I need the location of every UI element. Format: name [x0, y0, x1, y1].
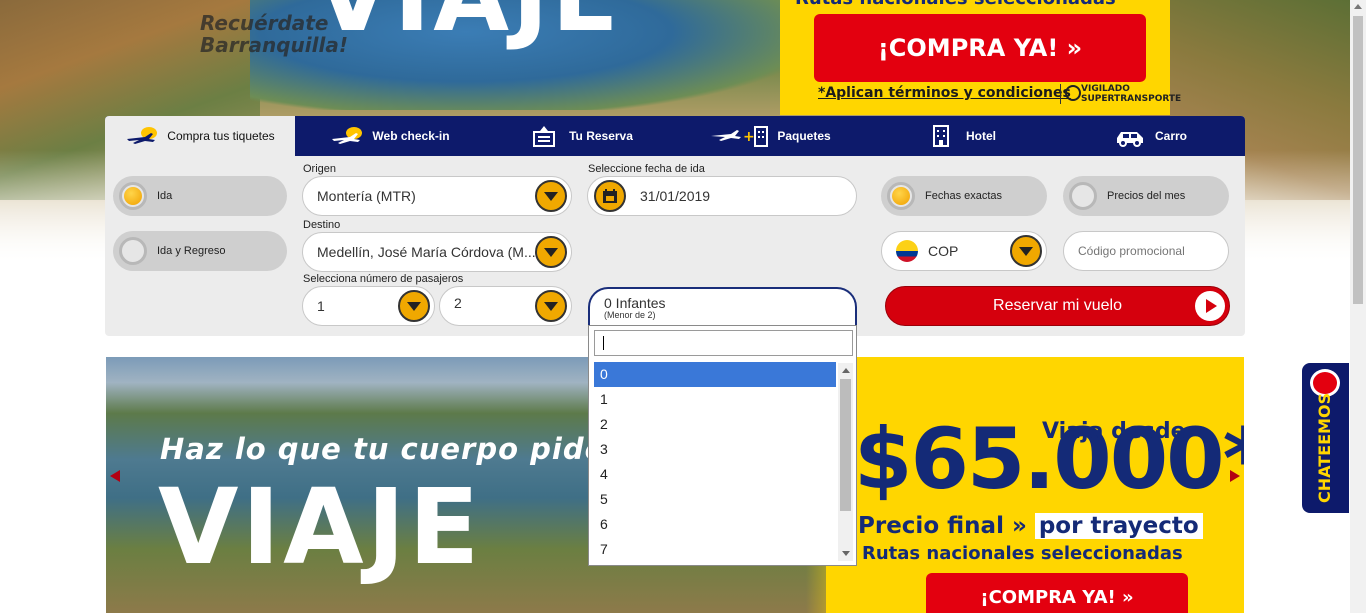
reserve-button-label: Reservar mi vuelo	[993, 297, 1122, 314]
tab-hotel[interactable]: Hotel	[865, 116, 1055, 156]
booking-tabs: Compra tus tiquetes Web check-in Tu Rese…	[105, 116, 1245, 156]
scroll-up-icon	[1354, 4, 1362, 9]
plane-hotel-icon: +	[709, 124, 769, 148]
tab-label: Tu Reserva	[569, 129, 633, 143]
hotel-building-icon	[924, 124, 958, 148]
page-scrollbar[interactable]	[1350, 0, 1366, 613]
reservation-icon	[527, 124, 561, 148]
banner-from-label: Viaja desde	[1042, 419, 1186, 444]
month-prices-option[interactable]: Precios del mes	[1063, 176, 1229, 216]
chevron-down-icon[interactable]	[535, 180, 567, 212]
departure-date-value: 31/01/2019	[640, 188, 711, 204]
chevron-down-icon[interactable]	[535, 236, 567, 268]
chat-label: CHATEEMOS	[1315, 392, 1334, 503]
origin-value: Montería (MTR)	[317, 188, 416, 204]
radio-checked-icon	[887, 182, 915, 210]
infants-dropdown-search-input[interactable]	[594, 330, 853, 356]
infants-select[interactable]: 0 Infantes (Menor de 2)	[588, 287, 857, 327]
radio-checked-icon	[119, 182, 147, 210]
chevron-down-icon[interactable]	[535, 290, 567, 322]
tab-paquetes[interactable]: + Paquetes	[675, 116, 865, 156]
scrollbar-thumb	[840, 379, 851, 511]
scroll-down-icon	[842, 551, 850, 556]
trip-type-round-trip[interactable]: Ida y Regreso	[113, 231, 287, 271]
infants-option[interactable]: 6	[594, 512, 836, 537]
origin-label: Origen	[303, 163, 337, 175]
infants-dropdown: 0 1 2 3 4 5 6 7	[588, 325, 857, 566]
chevron-down-icon[interactable]	[398, 290, 430, 322]
vigilado-seal-icon	[1065, 85, 1081, 101]
hero-routes-text: Rutas nacionales seleccionadas	[795, 0, 1116, 8]
infants-option[interactable]: 1	[594, 387, 836, 412]
tab-web-checkin[interactable]: Web check-in	[295, 116, 485, 156]
banner-buy-now-button[interactable]: ¡COMPRA YA! »	[926, 573, 1188, 613]
vigilado-logo: VIGILADO SUPERTRANSPORTE	[1060, 84, 1181, 104]
departure-date-field[interactable]: 31/01/2019	[587, 176, 857, 216]
trip-round-label: Ida y Regreso	[157, 245, 226, 257]
tab-label: Paquetes	[777, 129, 831, 143]
trip-one-way-label: Ida	[157, 190, 173, 202]
origin-select[interactable]: Montería (MTR)	[302, 176, 572, 216]
radio-unchecked-icon	[1069, 182, 1097, 210]
date-label: Seleccione fecha de ida	[588, 163, 705, 175]
infants-hint: (Menor de 2)	[604, 310, 656, 320]
tab-carro[interactable]: Carro	[1055, 116, 1245, 156]
tab-label: Web check-in	[372, 129, 450, 143]
infants-option[interactable]: 2	[594, 412, 836, 437]
infants-value: 0 Infantes	[604, 295, 666, 311]
calendar-icon[interactable]	[594, 180, 626, 212]
infants-option-list: 0 1 2 3 4 5 6 7	[594, 362, 836, 562]
infants-dropdown-scrollbar[interactable]	[838, 363, 853, 561]
destination-label: Destino	[303, 219, 341, 231]
tab-label: Compra tus tiquetes	[167, 129, 275, 143]
svg-text:+: +	[743, 129, 755, 145]
chat-widget[interactable]: CHATEEMOS	[1302, 363, 1349, 513]
passengers-label: Selecciona número de pasajeros	[303, 273, 464, 285]
banner-headline: VIAJE	[158, 466, 483, 588]
scrollbar-thumb	[1353, 16, 1363, 304]
banner-final-price-text: Precio final » por trayecto	[858, 513, 1203, 539]
currency-value: COP	[928, 243, 959, 259]
hero-terms-link[interactable]: *Aplican términos y condiciones	[818, 85, 1071, 101]
chevron-down-icon[interactable]	[1010, 235, 1042, 267]
scroll-up-icon	[842, 368, 850, 373]
carousel-next-icon[interactable]	[1230, 470, 1240, 482]
banner-tagline: Haz lo que tu cuerpo pide:	[160, 432, 618, 466]
tab-tu-reserva[interactable]: Tu Reserva	[485, 116, 675, 156]
hero-headline: VIAJE	[315, 0, 622, 46]
promo-code-input[interactable]	[1063, 231, 1229, 271]
tab-label: Hotel	[966, 129, 996, 143]
infants-option[interactable]: 3	[594, 437, 836, 462]
car-icon	[1113, 124, 1147, 148]
month-prices-label: Precios del mes	[1107, 190, 1186, 202]
children-value: 2	[454, 295, 462, 311]
infants-option[interactable]: 7	[594, 537, 836, 562]
infants-option[interactable]: 4	[594, 462, 836, 487]
adults-select[interactable]: 1	[302, 286, 435, 326]
currency-select[interactable]: COP	[881, 231, 1047, 271]
exact-dates-option[interactable]: Fechas exactas	[881, 176, 1047, 216]
checkin-plane-icon	[330, 124, 364, 148]
tab-label: Carro	[1154, 129, 1187, 143]
adults-value: 1	[317, 298, 325, 314]
tab-compra-tiquetes[interactable]: Compra tus tiquetes	[105, 116, 295, 156]
infants-option[interactable]: 0	[594, 362, 836, 387]
children-select[interactable]: 2	[439, 286, 572, 326]
destination-select[interactable]: Medellín, José María Córdova (M...	[302, 232, 572, 272]
play-arrow-icon	[1195, 291, 1225, 321]
infants-option[interactable]: 5	[594, 487, 836, 512]
colombia-flag-icon	[896, 240, 918, 262]
trip-type-one-way[interactable]: Ida	[113, 176, 287, 216]
banner-final-prefix: Precio final »	[858, 513, 1027, 539]
exact-dates-label: Fechas exactas	[925, 190, 1003, 202]
banner-final-emphasis: por trayecto	[1034, 513, 1203, 539]
banner-routes-text: Rutas nacionales seleccionadas	[862, 543, 1183, 564]
destination-value: Medellín, José María Córdova (M...	[317, 244, 536, 260]
radio-unchecked-icon	[119, 237, 147, 265]
reserve-flight-button[interactable]: Reservar mi vuelo	[885, 286, 1230, 326]
hero-buy-now-button[interactable]: ¡COMPRA YA! »	[814, 14, 1146, 82]
carousel-prev-icon[interactable]	[110, 470, 120, 482]
plane-cloud-icon	[125, 124, 159, 148]
